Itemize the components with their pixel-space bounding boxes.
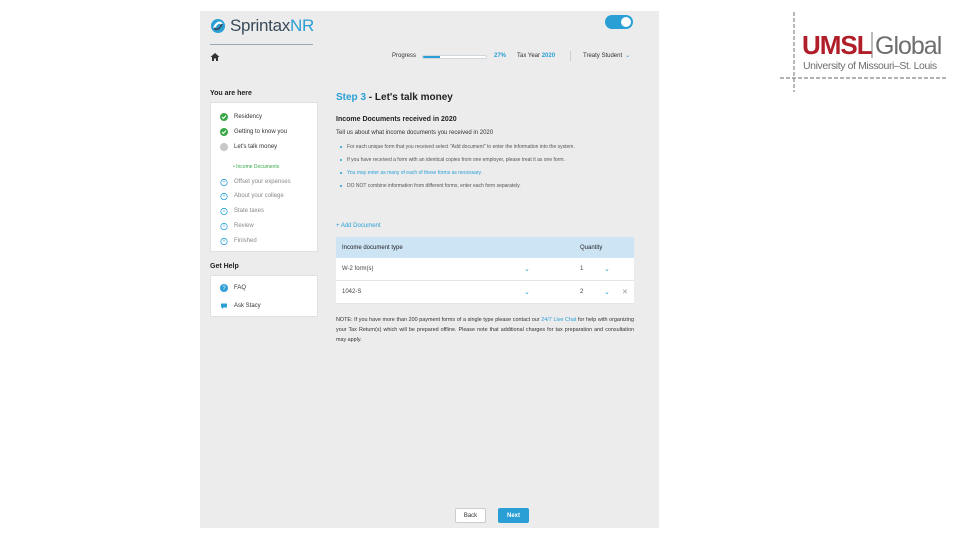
nav-label: Residency [234, 114, 263, 120]
stopwatch-icon [220, 207, 228, 215]
help-item-ask-stacy[interactable]: Ask Stacy [220, 302, 261, 310]
document-type-select[interactable]: W-2 form(s) [342, 266, 526, 272]
table-row: 1042-S ⌄ 2 ⌄ ✕ [336, 281, 634, 304]
progress-percent: 27% [494, 53, 507, 59]
logo-text: SprintaxNR [230, 16, 314, 35]
chat-icon [221, 303, 227, 309]
tax-year: Tax Year 2020 [517, 53, 556, 59]
chevron-down-icon[interactable]: ⌄ [524, 288, 530, 296]
nav-subitem-income-documents[interactable]: • Income Documents [233, 164, 279, 170]
logo-divider [210, 44, 313, 45]
svg-text:Global: Global [875, 32, 941, 60]
list-item: You may enter as many of each of these f… [340, 170, 640, 183]
help-panel: ? FAQ Ask Stacy [210, 275, 318, 317]
sprintax-screenshot: SprintaxNR Progress 27% Tax Year 2020 Tr… [200, 11, 659, 528]
nav-item-about-college[interactable]: About your college [220, 192, 284, 200]
progress-nav: Residency Getting to know you Let's talk… [210, 102, 318, 252]
add-document-link[interactable]: + Add Document [336, 223, 381, 229]
remove-row-icon[interactable]: ✕ [622, 288, 628, 296]
nav-item-getting-to-know-you[interactable]: Getting to know you [220, 128, 287, 136]
table-header: Income document type Quantity [336, 237, 634, 258]
stopwatch-icon [220, 222, 228, 230]
chevron-down-icon[interactable]: ⌄ [604, 288, 610, 296]
nav-item-finished[interactable]: Finished [220, 237, 257, 245]
nav-label: About your college [234, 193, 284, 199]
stopwatch-icon [220, 178, 228, 186]
list-item: For each unique form that you received s… [340, 144, 640, 157]
sprintax-logo-mark-icon [211, 19, 225, 33]
nav-item-state-taxes[interactable]: State taxes [220, 207, 264, 215]
home-icon[interactable] [210, 52, 220, 62]
column-header-quantity: Quantity [580, 244, 603, 251]
page-title: Step 3 - Let's talk money [336, 92, 453, 103]
live-chat-link[interactable]: 24/7 Live Chat [541, 317, 576, 323]
svg-text:UMSL: UMSL [802, 30, 873, 60]
progress-label: Progress [392, 53, 417, 59]
instructions-list: For each unique form that you received s… [340, 144, 640, 196]
sprintax-logo[interactable]: SprintaxNR [210, 15, 314, 37]
current-step-icon [220, 143, 228, 151]
quantity-select[interactable]: 2 [580, 289, 583, 295]
presentation-slide: SprintaxNR Progress 27% Tax Year 2020 Tr… [0, 0, 960, 540]
question-icon: ? [220, 284, 228, 292]
check-circle-icon [220, 128, 228, 136]
toggle-knob [621, 17, 631, 27]
column-header-type: Income document type [342, 244, 403, 251]
help-item-faq[interactable]: ? FAQ [220, 284, 246, 292]
check-circle-icon [220, 113, 228, 121]
note-text: NOTE: If you have more than 200 payment … [336, 317, 635, 343]
next-button[interactable]: Next [498, 508, 529, 523]
stopwatch-icon [220, 237, 228, 245]
get-help-heading: Get Help [210, 263, 239, 270]
you-are-here-heading: You are here [210, 90, 252, 97]
nav-label: Getting to know you [234, 129, 288, 135]
nav-item-offset-expenses[interactable]: Offset your expenses [220, 178, 291, 186]
section-intro: Tell us about what income documents you … [336, 130, 494, 136]
chevron-down-icon[interactable]: ⌄ [604, 265, 610, 273]
nav-label: Offset your expenses [234, 179, 291, 185]
list-item: DO NOT combine information from differen… [340, 183, 640, 196]
table-row: W-2 form(s) ⌄ 1 ⌄ [336, 258, 634, 281]
nav-item-review[interactable]: Review [220, 222, 254, 230]
list-item: If you have received a form with an iden… [340, 157, 640, 170]
nav-label: Review [234, 223, 254, 229]
svg-text:University of Missouri–St. Lou: University of Missouri–St. Louis [803, 60, 937, 72]
chevron-down-icon: ⌄ [625, 53, 631, 59]
nav-label: Let's talk money [234, 144, 278, 150]
nav-item-lets-talk-money[interactable]: Let's talk money [220, 143, 277, 151]
nav-item-residency[interactable]: Residency [220, 113, 262, 121]
umsl-global-logo: UMSL Global University of Missouri–St. L… [780, 12, 946, 92]
treaty-dropdown[interactable]: Treaty Student ⌄ [583, 52, 630, 59]
nav-label: State taxes [234, 208, 265, 214]
income-documents-table: Income document type Quantity W-2 form(s… [336, 237, 634, 304]
chevron-down-icon[interactable]: ⌄ [524, 265, 530, 273]
nav-label: Finished [234, 238, 257, 244]
progress-fill [423, 56, 440, 58]
header-divider [570, 51, 571, 61]
progress-bar [422, 55, 487, 59]
stopwatch-icon [220, 192, 228, 200]
help-label: Ask Stacy [234, 303, 261, 309]
section-title: Income Documents received in 2020 [336, 116, 457, 123]
settings-toggle[interactable] [605, 15, 633, 29]
back-button[interactable]: Back [455, 508, 486, 523]
help-label: FAQ [234, 285, 247, 291]
quantity-select[interactable]: 1 [580, 266, 583, 272]
document-type-select[interactable]: 1042-S [342, 289, 526, 295]
